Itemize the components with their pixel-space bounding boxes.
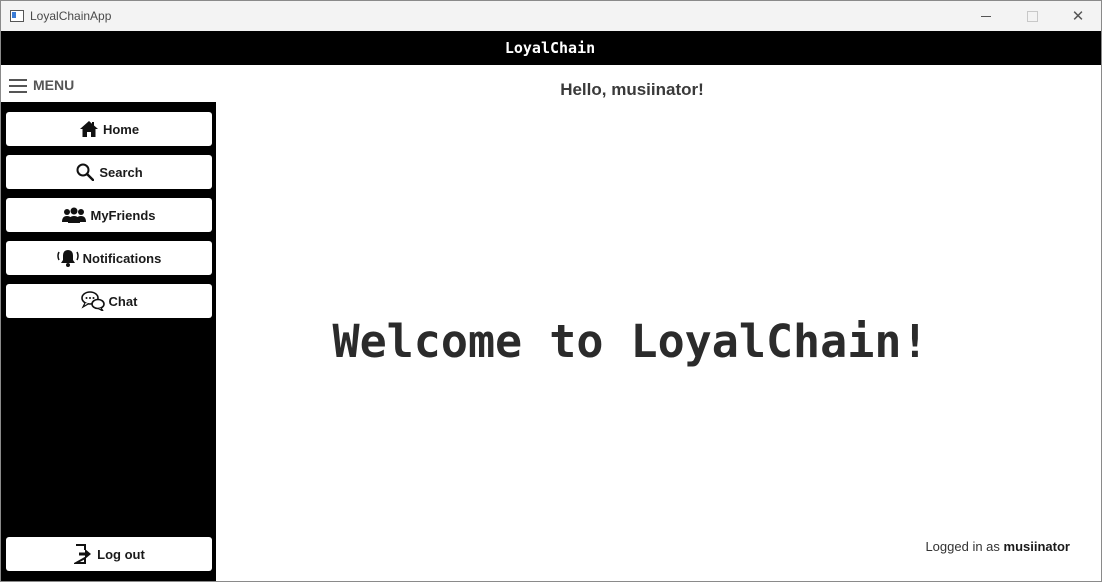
sidebar-item-label: Search (99, 164, 143, 180)
greeting-heading: Hello, musiinator! (216, 80, 1048, 100)
sidebar-item-search[interactable]: Search (6, 155, 212, 189)
sidebar: Home Search MyFriends Notifications Chat… (1, 102, 216, 581)
menu-label: MENU (33, 77, 75, 93)
welcome-heading: Welcome to LoyalChain! (332, 315, 929, 368)
maximize-icon (1026, 10, 1038, 22)
logout-label: Log out (97, 546, 145, 562)
app-window: LoyalChainApp ✕ LoyalChain MENU Home Sea… (0, 0, 1102, 582)
main-content: Hello, musiinator! Welcome to LoyalChain… (216, 65, 1101, 581)
login-status-prefix: Logged in as (925, 539, 1004, 554)
menu-toggle[interactable]: MENU (1, 65, 216, 102)
chat-icon (80, 291, 105, 311)
sidebar-item-label: MyFriends (90, 207, 156, 223)
sidebar-item-label: Notifications (82, 250, 162, 266)
sidebar-item-notifications[interactable]: Notifications (6, 241, 212, 275)
friends-icon (62, 205, 87, 225)
search-icon (75, 162, 95, 182)
minimize-button[interactable] (963, 1, 1009, 31)
app-icon (10, 10, 24, 22)
login-status: Logged in as musiinator (925, 539, 1070, 554)
login-status-user: musiinator (1003, 539, 1070, 554)
app-header: LoyalChain (1, 31, 1101, 65)
window-title: LoyalChainApp (30, 9, 112, 23)
sidebar-item-label: Chat (108, 293, 138, 309)
home-icon (79, 119, 99, 139)
bell-icon (56, 248, 79, 268)
maximize-button[interactable] (1009, 1, 1055, 31)
sidebar-item-myfriends[interactable]: MyFriends (6, 198, 212, 232)
sidebar-item-label: Home (102, 121, 140, 137)
greeting-text: Hello, musiinator! (560, 80, 704, 99)
title-bar[interactable]: LoyalChainApp ✕ (1, 1, 1101, 31)
hamburger-icon (9, 79, 27, 93)
sidebar-item-chat[interactable]: Chat (6, 284, 212, 318)
minimize-icon (981, 15, 991, 17)
sidebar-item-home[interactable]: Home (6, 112, 212, 146)
logout-icon (73, 544, 93, 564)
close-icon: ✕ (1071, 7, 1085, 25)
close-button[interactable]: ✕ (1055, 1, 1101, 31)
app-header-title: LoyalChain (504, 39, 596, 57)
logout-button[interactable]: Log out (6, 537, 212, 571)
